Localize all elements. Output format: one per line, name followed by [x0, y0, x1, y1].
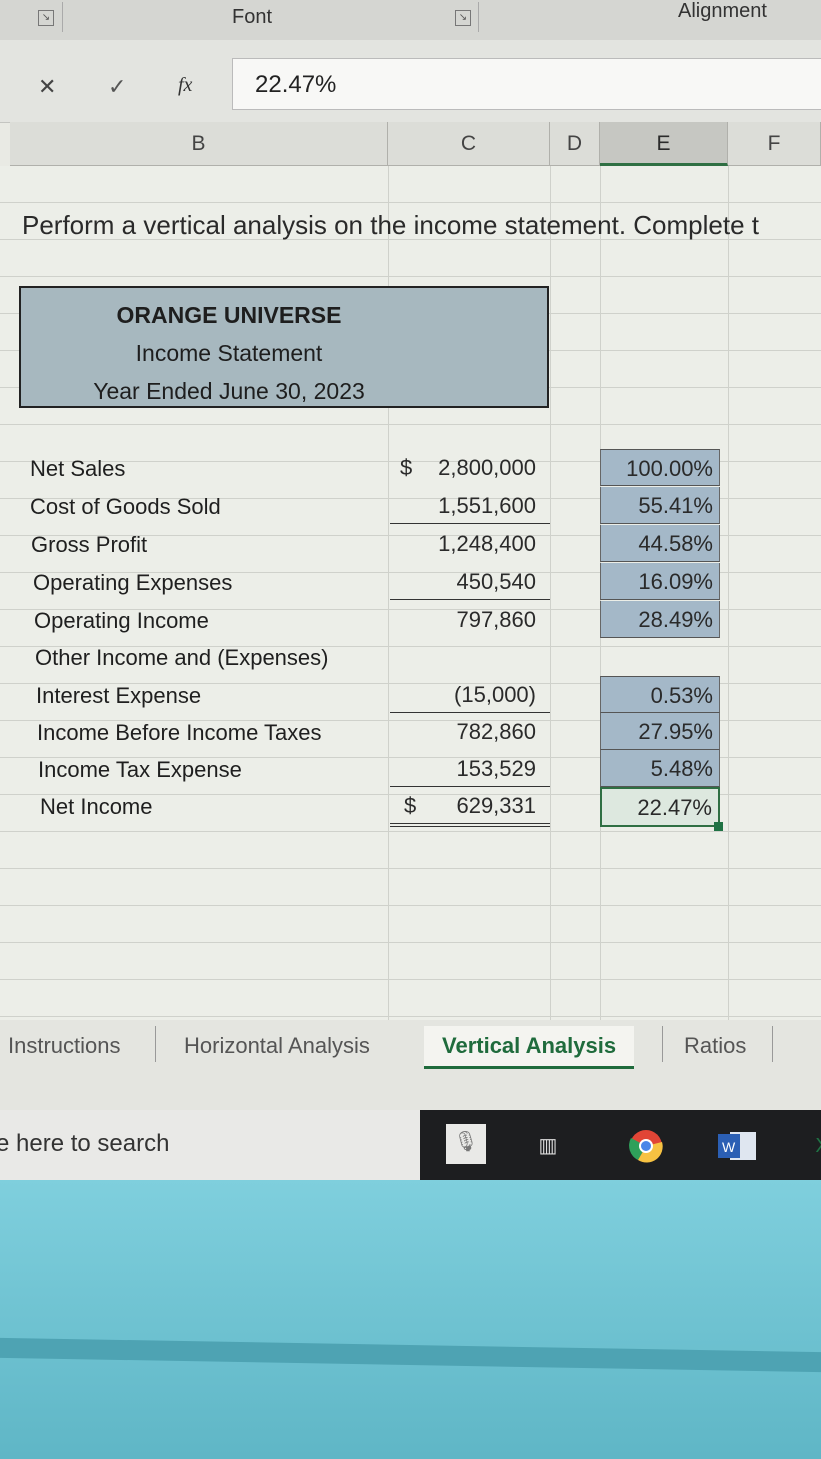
currency-symbol: $	[400, 455, 413, 480]
sheet-tab-instructions[interactable]: Instructions	[8, 1026, 121, 1066]
sheet-tab-ratios[interactable]: Ratios	[684, 1026, 746, 1066]
amount-operating-income[interactable]: 797,860	[390, 601, 550, 638]
pct-income-before-taxes[interactable]: 27.95%	[600, 713, 720, 750]
chrome-icon[interactable]	[626, 1128, 666, 1164]
amount-income-tax-expense[interactable]: 153,529	[390, 750, 550, 787]
fill-handle[interactable]	[714, 822, 723, 831]
insert-function-icon[interactable]: fx	[178, 74, 192, 97]
alignment-group-label: Alignment	[678, 0, 767, 22]
ribbon-separator	[478, 2, 479, 32]
excel-icon[interactable]: X	[802, 1128, 821, 1164]
column-header-b[interactable]: B	[10, 122, 388, 166]
pct-net-income-active-cell[interactable]: 22.47%	[600, 787, 720, 827]
clipboard-launcher-icon[interactable]: ↘	[38, 10, 54, 26]
amount-cogs[interactable]: 1,551,600	[390, 487, 550, 524]
grid-column-line	[728, 166, 729, 1026]
row-label-operating-income[interactable]: Operating Income	[34, 608, 209, 634]
enter-check-icon[interactable]: ✓	[108, 74, 126, 100]
sheet-tab-vertical-analysis[interactable]: Vertical Analysis	[424, 1026, 635, 1069]
row-label-operating-expenses[interactable]: Operating Expenses	[33, 570, 232, 596]
amount-net-income[interactable]: $629,331	[390, 787, 550, 827]
font-launcher-icon[interactable]: ↘	[455, 10, 471, 26]
taskbar-search-box[interactable]: e here to search	[0, 1110, 420, 1180]
amount-net-sales[interactable]: $2,800,000	[390, 449, 550, 486]
laptop-edge	[0, 1337, 821, 1373]
company-name: ORANGE UNIVERSE	[116, 302, 342, 328]
statement-title-box[interactable]: ORANGE UNIVERSE Income Statement Year En…	[19, 286, 549, 408]
row-label-net-sales[interactable]: Net Sales	[30, 456, 125, 482]
tab-separator	[662, 1026, 663, 1062]
pct-operating-income[interactable]: 28.49%	[600, 601, 720, 638]
column-header-f[interactable]: F	[728, 122, 821, 166]
statement-period: Year Ended June 30, 2023	[93, 378, 365, 404]
task-view-icon[interactable]: ▥	[528, 1128, 568, 1164]
row-label-other-income[interactable]: Other Income and (Expenses)	[35, 645, 328, 671]
row-label-net-income[interactable]: Net Income	[40, 794, 153, 820]
grid-column-line	[550, 166, 551, 1026]
currency-symbol: $	[404, 793, 417, 818]
pct-operating-expenses[interactable]: 16.09%	[600, 563, 720, 600]
formula-value: 22.47%	[255, 71, 337, 98]
word-icon[interactable]: W	[716, 1128, 756, 1164]
tab-separator	[155, 1026, 156, 1062]
amount-operating-expenses[interactable]: 450,540	[390, 563, 550, 600]
row-label-cogs[interactable]: Cost of Goods Sold	[30, 494, 221, 520]
microphone-icon[interactable]: 🎙	[446, 1124, 486, 1164]
instruction-text: Perform a vertical analysis on the incom…	[22, 210, 759, 240]
pct-interest-expense[interactable]: 0.53%	[600, 676, 720, 713]
font-group-label: Font	[232, 6, 273, 28]
amount-income-before-taxes[interactable]: 782,860	[390, 713, 550, 750]
cancel-icon[interactable]: ✕	[38, 74, 56, 100]
pct-net-sales[interactable]: 100.00%	[600, 449, 720, 486]
row-label-income-before-taxes[interactable]: Income Before Income Taxes	[37, 720, 322, 746]
svg-text:W: W	[722, 1139, 736, 1155]
row-label-interest-expense[interactable]: Interest Expense	[36, 683, 201, 709]
amount-interest-expense[interactable]: (15,000)	[390, 676, 550, 713]
amount-gross-profit[interactable]: 1,248,400	[390, 525, 550, 562]
statement-name: Income Statement	[135, 340, 323, 366]
column-header-c[interactable]: C	[388, 122, 550, 166]
pct-cogs[interactable]: 55.41%	[600, 487, 720, 524]
pct-gross-profit[interactable]: 44.58%	[600, 525, 720, 562]
ribbon: ↘ Font ↘ Alignment	[0, 0, 821, 41]
column-header-d[interactable]: D	[550, 122, 600, 166]
ribbon-separator	[62, 2, 63, 32]
column-header-e[interactable]: E	[600, 122, 728, 166]
laptop-bezel	[0, 1180, 821, 1459]
formula-input[interactable]: 22.47%	[232, 58, 821, 110]
row-label-income-tax-expense[interactable]: Income Tax Expense	[38, 757, 242, 783]
tab-separator	[772, 1026, 773, 1062]
row-label-gross-profit[interactable]: Gross Profit	[31, 532, 147, 558]
pct-income-tax-expense[interactable]: 5.48%	[600, 750, 720, 787]
sheet-tab-horizontal-analysis[interactable]: Horizontal Analysis	[184, 1026, 370, 1066]
search-placeholder: e here to search	[0, 1130, 170, 1157]
excel-window: ↘ Font ↘ Alignment ✕ ✓ fx 22.47% B C D E…	[0, 0, 821, 1180]
